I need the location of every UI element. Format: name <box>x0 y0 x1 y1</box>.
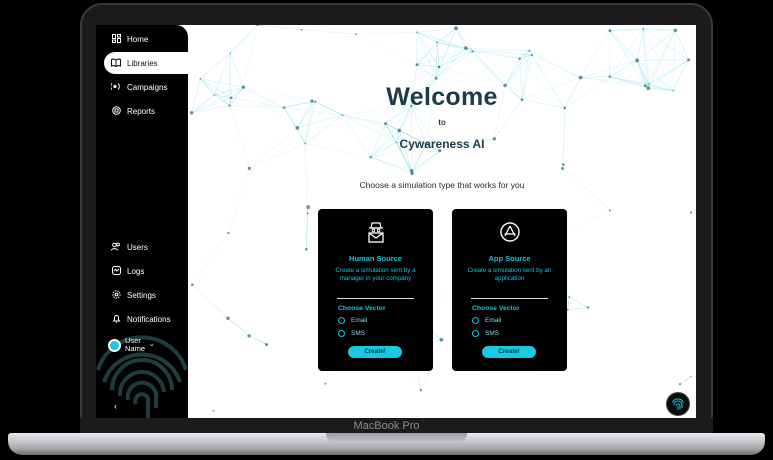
sidebar-item-label: Users <box>127 242 148 252</box>
email-radio[interactable]: Email <box>472 317 501 324</box>
human-source-card: Human Source Create a simulation sent by… <box>318 209 433 371</box>
main-content: Welcome to Cywareness AI Choose a simula… <box>188 25 696 418</box>
app-source-card: App Source Create a simulation sent by a… <box>452 209 567 371</box>
app-screen: Welcome to Cywareness AI Choose a simula… <box>96 25 696 418</box>
option-label: SMS <box>485 330 500 337</box>
sidebar-item-settings[interactable]: Settings <box>104 284 188 306</box>
hacker-mail-icon <box>318 221 433 248</box>
report-icon <box>111 106 121 116</box>
choose-vector-label: Choose Vector <box>472 305 520 312</box>
sidebar-item-home[interactable]: Home <box>104 28 188 50</box>
radio-icon <box>338 330 345 337</box>
sidebar-item-libraries[interactable]: Libraries <box>104 52 188 74</box>
user-name: User Name <box>125 336 146 353</box>
gear-icon <box>111 290 121 300</box>
users-icon <box>111 242 121 252</box>
device-label: MacBook Pro <box>353 420 420 432</box>
radio-icon <box>472 317 479 324</box>
sidebar-item-label: Libraries <box>127 58 158 68</box>
sidebar: Home Libraries Campaigns Reports Users L… <box>96 25 188 418</box>
app-store-icon <box>452 221 567 248</box>
option-label: Email <box>485 317 502 324</box>
sidebar-item-label: Notifications <box>127 314 171 324</box>
card-title: App Source <box>488 254 531 263</box>
option-label: SMS <box>351 330 366 337</box>
card-description: Create a simulation sent by an applicati… <box>467 267 552 282</box>
email-radio[interactable]: Email <box>338 317 367 324</box>
book-icon <box>111 58 121 68</box>
sidebar-item-label: Logs <box>127 266 145 276</box>
avatar <box>108 338 121 352</box>
sidebar-item-logs[interactable]: Logs <box>104 260 188 282</box>
laptop-notch <box>326 433 467 443</box>
choose-prompt: Choose a simulation type that works for … <box>359 180 525 190</box>
create-button[interactable]: Create! <box>482 346 536 358</box>
sidebar-item-campaigns[interactable]: Campaigns <box>104 76 188 98</box>
card-description: Create a simulation sent by a manager in… <box>335 267 416 282</box>
option-label: Email <box>351 317 368 324</box>
page-title-to: to <box>438 118 446 127</box>
sidebar-item-label: Settings <box>127 290 156 300</box>
sidebar-item-label: Reports <box>127 106 156 116</box>
radio-icon <box>338 317 345 324</box>
logs-icon <box>111 266 121 276</box>
dashboard-icon <box>111 34 121 44</box>
sidebar-item-reports[interactable]: Reports <box>104 100 188 122</box>
collapse-sidebar-icon[interactable]: ‹ <box>114 401 117 411</box>
divider <box>337 298 414 299</box>
sidebar-item-label: Campaigns <box>127 82 168 92</box>
sms-radio[interactable]: SMS <box>472 330 499 337</box>
choose-vector-label: Choose Vector <box>338 305 386 312</box>
sidebar-item-notifications[interactable]: Notifications <box>104 308 188 330</box>
create-button[interactable]: Create! <box>348 346 402 358</box>
radio-icon <box>472 330 479 337</box>
page-title: Welcome <box>386 83 498 111</box>
campaign-icon <box>110 82 121 92</box>
page-subtitle: Cywareness AI <box>399 137 485 151</box>
sidebar-item-label: Home <box>127 34 149 44</box>
card-title: Human Source <box>349 254 402 263</box>
sms-radio[interactable]: SMS <box>338 330 365 337</box>
user-menu[interactable]: User Name ⌄ <box>108 337 155 353</box>
fingerprint-icon <box>672 398 684 410</box>
fingerprint-action-button[interactable] <box>666 392 690 416</box>
sidebar-item-users[interactable]: Users <box>104 236 188 258</box>
divider <box>471 298 548 299</box>
chevron-down-icon: ⌄ <box>149 341 155 348</box>
bell-icon <box>111 314 121 324</box>
